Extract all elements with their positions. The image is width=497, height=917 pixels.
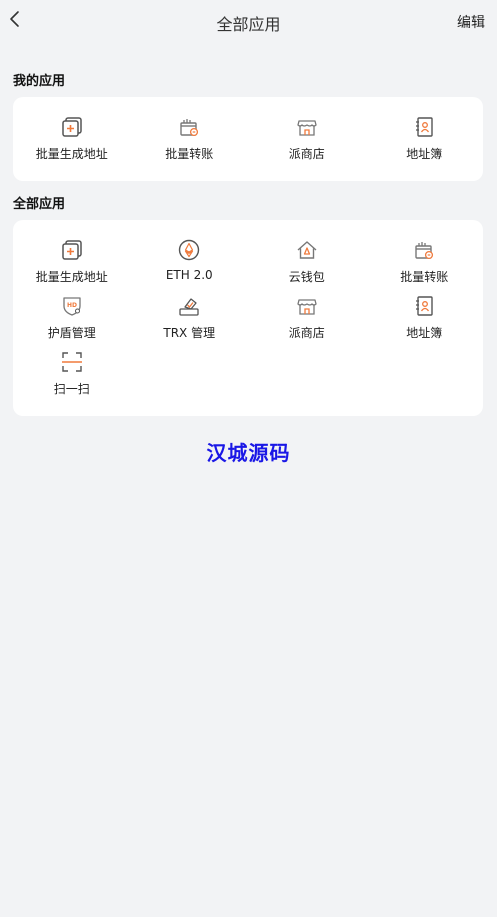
all-apps-card: 批量生成地址 ETH 2.0 云钱包 批量转账 HD 护盾管理 TRX 管理 派… <box>13 220 483 416</box>
app-label: 护盾管理 <box>47 326 96 340</box>
app-label: 地址簿 <box>406 326 443 340</box>
app-batch-transfer[interactable]: 批量转账 <box>131 116 249 162</box>
cloud-wallet-icon <box>297 241 317 259</box>
app-store[interactable]: 派商店 <box>248 295 366 351</box>
app-batch-generate-address[interactable]: 批量生成地址 <box>13 239 131 295</box>
app-label: 扫一扫 <box>53 382 90 396</box>
app-center-page: 全部应用 编辑 我的应用 批量生成地址 批量转账 派商店 地址簿 全部应用 批量… <box>0 0 497 917</box>
store-icon <box>297 120 317 136</box>
app-label: 派商店 <box>288 147 325 161</box>
batch-generate-address-icon <box>62 117 82 137</box>
address-book-icon <box>416 117 433 137</box>
address-book-icon <box>416 296 433 316</box>
app-address-book[interactable]: 地址簿 <box>366 116 484 162</box>
shield-hd-icon: HD <box>63 297 81 316</box>
app-label: 云钱包 <box>288 270 325 284</box>
my-apps-card: 批量生成地址 批量转账 派商店 地址簿 <box>13 97 483 181</box>
app-batch-transfer[interactable]: 批量转账 <box>366 239 484 295</box>
app-batch-generate-address[interactable]: 批量生成地址 <box>13 116 131 162</box>
app-label: ETH 2.0 <box>165 268 213 282</box>
store-icon <box>297 299 317 315</box>
app-cloud-wallet[interactable]: 云钱包 <box>248 239 366 295</box>
app-label: 派商店 <box>288 326 325 340</box>
nav-bar: 全部应用 编辑 <box>0 0 497 42</box>
edit-button[interactable]: 编辑 <box>457 12 485 32</box>
app-label: 批量生成地址 <box>35 270 108 284</box>
svg-text:HD: HD <box>67 302 77 309</box>
app-shield-management[interactable]: HD 护盾管理 <box>13 295 131 351</box>
section-title-my-apps: 我的应用 <box>13 74 66 89</box>
app-eth2[interactable]: ETH 2.0 <box>131 239 249 295</box>
my-apps-grid: 批量生成地址 批量转账 派商店 地址簿 <box>13 97 483 162</box>
app-trx-management[interactable]: TRX 管理 <box>131 295 249 351</box>
app-label: 批量转账 <box>165 147 214 161</box>
eth-icon <box>179 239 200 261</box>
page-title: 全部应用 <box>216 15 281 34</box>
batch-generate-address-icon <box>62 240 82 260</box>
section-title-all-apps: 全部应用 <box>13 197 66 212</box>
app-address-book[interactable]: 地址簿 <box>366 295 484 351</box>
batch-transfer-icon <box>415 242 434 260</box>
app-store[interactable]: 派商店 <box>248 116 366 162</box>
scan-icon <box>61 352 82 372</box>
watermark-text: 汉城源码 <box>206 441 291 465</box>
app-label: 地址簿 <box>406 147 443 161</box>
batch-transfer-icon <box>180 119 199 137</box>
app-label: 批量转账 <box>400 270 449 284</box>
all-apps-grid: 批量生成地址 ETH 2.0 云钱包 批量转账 HD 护盾管理 TRX 管理 派… <box>13 220 483 407</box>
app-label: 批量生成地址 <box>35 147 108 161</box>
trx-vote-icon <box>179 298 199 316</box>
app-scan[interactable]: 扫一扫 <box>13 351 131 407</box>
app-label: TRX 管理 <box>163 326 216 340</box>
